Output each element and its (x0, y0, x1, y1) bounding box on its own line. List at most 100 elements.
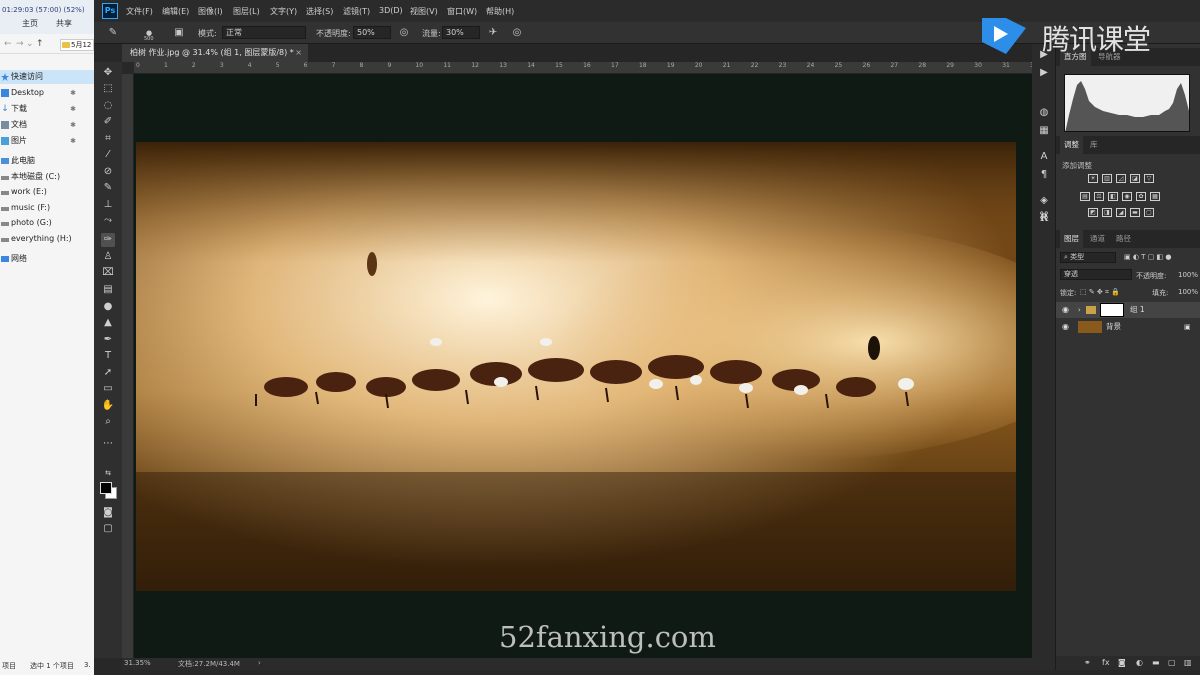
nav-drive-g[interactable]: photo (G:) (0, 216, 94, 230)
type-tool-icon[interactable]: T (101, 349, 115, 363)
nav-downloads[interactable]: ↓ 下载 ✱ (0, 102, 94, 116)
flow-input[interactable]: 30% (442, 26, 480, 39)
blend-mode-select[interactable]: 穿透 (1060, 269, 1132, 280)
screen-mode-icon[interactable]: ▢ (101, 522, 115, 536)
status-arrow-icon[interactable]: › (258, 659, 261, 667)
dodge-tool-icon[interactable]: ▲ (101, 316, 115, 330)
plugin-icon[interactable]: R (1037, 212, 1051, 226)
menu-window[interactable]: 窗口(W) (447, 6, 477, 17)
layer-opacity-value[interactable]: 100% (1178, 271, 1198, 279)
back-arrow-icon[interactable]: ← (4, 39, 12, 49)
eye-icon[interactable]: ◉ (1062, 302, 1069, 318)
selective-color-icon[interactable]: ▢ (1144, 208, 1154, 217)
eyedropper-tool-icon[interactable]: ⁄ (101, 148, 115, 162)
layer-row-group[interactable]: ◉ › 组 1 (1056, 302, 1200, 318)
brightness-icon[interactable]: ☀ (1088, 174, 1098, 183)
hand-tool-icon[interactable]: ✋ (101, 399, 115, 413)
color-lookup-icon[interactable]: ▦ (1150, 192, 1160, 201)
zoom-level[interactable]: 31.35% (124, 659, 151, 667)
menu-layer[interactable]: 图层(L) (233, 6, 260, 17)
forward-arrow-icon[interactable]: → (16, 39, 24, 49)
swatches-icon[interactable]: ▦ (1037, 124, 1051, 138)
menu-3d[interactable]: 3D(D) (379, 6, 403, 15)
menu-select[interactable]: 选择(S) (306, 6, 333, 17)
character-icon[interactable]: A (1037, 150, 1051, 164)
nav-pictures[interactable]: 图片 ✱ (0, 134, 94, 148)
tab-libraries[interactable]: 库 (1086, 136, 1102, 154)
threshold-icon[interactable]: ◢ (1116, 208, 1126, 217)
nav-quick-access[interactable]: 快速访问 (0, 70, 94, 84)
pin-icon[interactable]: ✱ (70, 102, 76, 116)
brush-panel-icon[interactable]: ▣ (172, 26, 186, 40)
pin-icon[interactable]: ✱ (70, 118, 76, 132)
tab-paths[interactable]: 路径 (1112, 230, 1135, 248)
nav-this-pc[interactable]: 此电脑 (0, 154, 94, 168)
up-arrow-icon[interactable]: ↑ (36, 39, 44, 49)
zoom-tool-icon[interactable]: ⌕ (101, 415, 115, 429)
paragraph-icon[interactable]: ¶ (1037, 168, 1051, 182)
stamp-tool-icon[interactable]: ♙ (101, 250, 115, 264)
pin-icon[interactable]: ✱ (70, 86, 76, 100)
photo-filter-icon[interactable]: ◉ (1122, 192, 1132, 201)
nav-drive-e[interactable]: work (E:) (0, 185, 94, 199)
exposure-icon[interactable]: ◪ (1130, 174, 1140, 183)
pin-icon[interactable]: ✱ (70, 134, 76, 148)
vibrance-icon[interactable]: ▽ (1144, 174, 1154, 183)
tab-adjustments[interactable]: 调整 (1060, 136, 1083, 154)
eye-icon[interactable]: ◉ (1062, 319, 1069, 335)
fx-icon[interactable]: fx (1102, 658, 1110, 667)
lock-icons[interactable]: ⬚ ✎ ✥ ⌗ 🔒 (1080, 288, 1120, 297)
invert-icon[interactable]: ◩ (1088, 208, 1098, 217)
black-white-icon[interactable]: ◧ (1108, 192, 1118, 201)
chevron-right-icon[interactable]: › (1078, 302, 1081, 318)
channel-mixer-icon[interactable]: ✿ (1136, 192, 1146, 201)
swap-colors-icon[interactable]: ⇆ (101, 466, 115, 480)
crop-tool-icon[interactable]: ⌗ (101, 132, 115, 146)
canvas-area[interactable]: 52fanxing.com (134, 74, 1112, 658)
layer-row-background[interactable]: ◉ 背景 ▣ (1056, 319, 1200, 335)
pressure-size-icon[interactable]: ◎ (510, 26, 524, 40)
eraser-tool-icon[interactable]: ⌧ (101, 266, 115, 280)
gradient-map-icon[interactable]: ▬ (1130, 208, 1140, 217)
healing-brush-tool-icon[interactable]: ⊘ (101, 165, 115, 179)
address-bar[interactable]: 5月12 (60, 39, 94, 51)
document-tab[interactable]: 柏树 作业.jpg @ 31.4% (组 1, 图层蒙版/8) * × (122, 44, 308, 62)
play-action-icon[interactable]: ▶ (1037, 66, 1051, 80)
curves-icon[interactable]: ◿ (1116, 174, 1126, 183)
color-icon[interactable]: ◍ (1037, 106, 1051, 120)
ribbon-tab-share[interactable]: 共享 (56, 18, 72, 29)
layer-mask-thumbnail[interactable] (1100, 303, 1124, 317)
gradient-tool-icon[interactable]: ▤ (101, 283, 115, 297)
new-group-icon[interactable]: ▬ (1152, 658, 1160, 667)
brush-tool-active-icon[interactable]: ✑ (101, 233, 115, 247)
brush-tool-icon[interactable]: ✎ (101, 181, 115, 195)
opacity-input[interactable]: 50% (353, 26, 391, 39)
layer-filter-icons[interactable]: ▣ ◐ T ▢ ◧ ● (1124, 253, 1171, 261)
link-layers-icon[interactable]: ⚭ (1084, 658, 1091, 667)
menu-filter[interactable]: 滤镜(T) (343, 6, 370, 17)
ribbon-tab-home[interactable]: 主页 (22, 18, 38, 29)
menu-edit[interactable]: 编辑(E) (162, 6, 189, 17)
trash-icon[interactable]: ▥ (1184, 658, 1192, 667)
nav-network[interactable]: 网络 (0, 252, 94, 266)
menu-help[interactable]: 帮助(H) (486, 6, 514, 17)
rectangle-tool-icon[interactable]: ▭ (101, 382, 115, 396)
brush-tool-icon[interactable]: ✎ (106, 26, 120, 40)
new-layer-icon[interactable]: ▢ (1168, 658, 1176, 667)
properties-icon[interactable]: ◈ (1037, 194, 1051, 208)
menu-image[interactable]: 图像(I) (198, 6, 223, 17)
clone-stamp-tool-icon[interactable]: ⊥ (101, 198, 115, 212)
pen-tool-icon[interactable]: ✒ (101, 333, 115, 347)
close-icon[interactable]: × (295, 44, 302, 62)
marquee-tool-icon[interactable]: ⬚ (101, 82, 115, 96)
posterize-icon[interactable]: ◨ (1102, 208, 1112, 217)
nav-drive-f[interactable]: music (F:) (0, 201, 94, 215)
nav-documents[interactable]: 文档 ✱ (0, 118, 94, 132)
blur-tool-icon[interactable]: ● (101, 300, 115, 314)
menu-file[interactable]: 文件(F) (126, 6, 153, 17)
move-tool-icon[interactable]: ✥ (101, 66, 115, 80)
nav-drive-h[interactable]: everything (H:) (0, 232, 94, 246)
document-image[interactable] (136, 142, 1016, 591)
history-brush-tool-icon[interactable]: ⤳ (101, 214, 115, 228)
chevron-down-icon[interactable]: ⌄ (26, 39, 34, 49)
